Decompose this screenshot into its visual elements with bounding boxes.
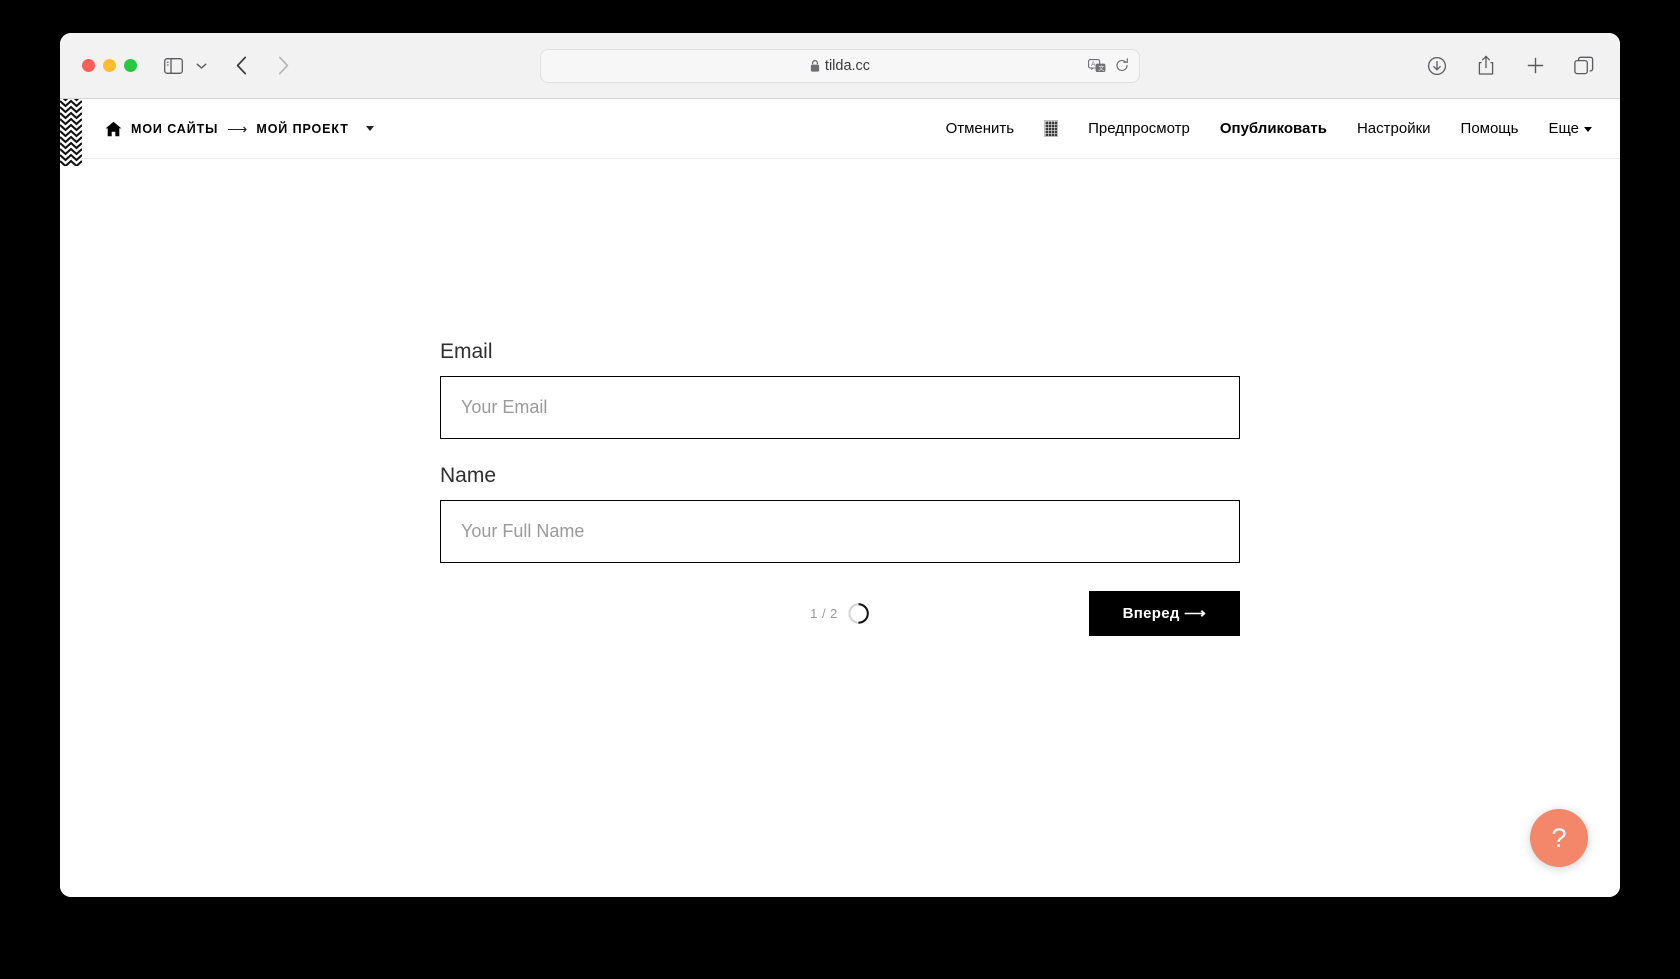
back-chevron-left-icon[interactable] bbox=[227, 52, 255, 80]
name-field-label: Name bbox=[440, 464, 497, 487]
toolbar-right-actions bbox=[1423, 52, 1598, 80]
url-text: tilda.cc bbox=[824, 57, 871, 74]
reload-icon[interactable] bbox=[1115, 58, 1129, 73]
step-progress-ring-icon bbox=[848, 602, 869, 624]
tab-overview-icon[interactable] bbox=[1570, 52, 1598, 80]
email-input[interactable] bbox=[440, 376, 1240, 439]
svg-text:文: 文 bbox=[1098, 64, 1104, 72]
step-counter-text: 1 / 2 bbox=[810, 605, 838, 621]
breadcrumb-root-link[interactable]: МОИ САЙТЫ bbox=[131, 122, 218, 136]
nav-help[interactable]: Помощь bbox=[1461, 120, 1519, 137]
address-text: tilda.cc bbox=[810, 58, 870, 74]
browser-window: tilda.cc A 文 МОИ САЙТЫ ⟶ МОЙ ПРОЕКТ Отме… bbox=[60, 33, 1620, 897]
tilda-topbar: МОИ САЙТЫ ⟶ МОЙ ПРОЕКТ Отменить Предпрос… bbox=[60, 99, 1620, 166]
new-tab-icon[interactable] bbox=[1521, 52, 1549, 80]
nav-preview[interactable]: Предпросмотр bbox=[1088, 120, 1190, 137]
help-bubble-button[interactable]: ? bbox=[1530, 809, 1588, 867]
grid-view-icon[interactable] bbox=[1044, 120, 1059, 137]
address-bar[interactable]: tilda.cc A 文 bbox=[540, 48, 1140, 83]
forward-chevron-right-icon[interactable] bbox=[269, 52, 297, 80]
breadcrumb-separator: ⟶ bbox=[227, 120, 248, 137]
breadcrumb-chevron-down-icon[interactable] bbox=[365, 126, 374, 131]
address-bar-actions: A 文 bbox=[1088, 58, 1129, 73]
nav-more-chevron-down-icon bbox=[1584, 126, 1592, 132]
form-footer: 1 / 2 Вперед ⟶ bbox=[440, 588, 1240, 638]
page-body: МОИ САЙТЫ ⟶ МОЙ ПРОЕКТ Отменить Предпрос… bbox=[60, 99, 1620, 897]
email-field-label: Email bbox=[440, 340, 493, 363]
breadcrumb: МОИ САЙТЫ ⟶ МОЙ ПРОЕКТ bbox=[105, 121, 374, 137]
lead-capture-form: Email Name 1 / 2 Вперед ⟶ bbox=[440, 340, 1240, 897]
close-window-button[interactable] bbox=[82, 59, 95, 72]
nav-settings[interactable]: Настройки bbox=[1357, 120, 1431, 137]
nav-undo[interactable]: Отменить bbox=[946, 120, 1015, 137]
nav-more-label: Еще bbox=[1548, 120, 1579, 137]
form-area: Email Name 1 / 2 Вперед ⟶ bbox=[60, 159, 1620, 897]
translate-icon[interactable]: A 文 bbox=[1088, 58, 1106, 73]
home-icon[interactable] bbox=[105, 121, 122, 137]
sidebar-dropdown-chevron-down-icon[interactable] bbox=[187, 52, 215, 80]
window-controls bbox=[82, 59, 137, 72]
nav-publish[interactable]: Опубликовать bbox=[1220, 120, 1327, 137]
question-mark-icon: ? bbox=[1551, 822, 1567, 853]
navigation-arrows bbox=[227, 52, 297, 80]
email-field-group: Email bbox=[440, 340, 1240, 439]
lock-icon bbox=[810, 59, 820, 72]
name-field-group: Name bbox=[440, 464, 1240, 563]
minimize-window-button[interactable] bbox=[103, 59, 116, 72]
name-input[interactable] bbox=[440, 500, 1240, 563]
svg-text:A: A bbox=[1091, 61, 1096, 68]
submit-button[interactable]: Вперед ⟶ bbox=[1088, 590, 1240, 636]
sidebar-icon[interactable] bbox=[159, 52, 187, 80]
tilda-nav: Отменить Предпросмотр Опубликовать Настр… bbox=[946, 120, 1620, 137]
step-indicator: 1 / 2 bbox=[810, 602, 870, 625]
share-icon[interactable] bbox=[1472, 52, 1500, 80]
maximize-window-button[interactable] bbox=[124, 59, 137, 72]
downloads-icon[interactable] bbox=[1423, 52, 1451, 80]
nav-more[interactable]: Еще bbox=[1548, 120, 1592, 137]
tilda-zigzag-logo[interactable] bbox=[60, 99, 82, 166]
breadcrumb-current-link[interactable]: МОЙ ПРОЕКТ bbox=[256, 122, 348, 136]
browser-toolbar: tilda.cc A 文 bbox=[60, 33, 1620, 99]
